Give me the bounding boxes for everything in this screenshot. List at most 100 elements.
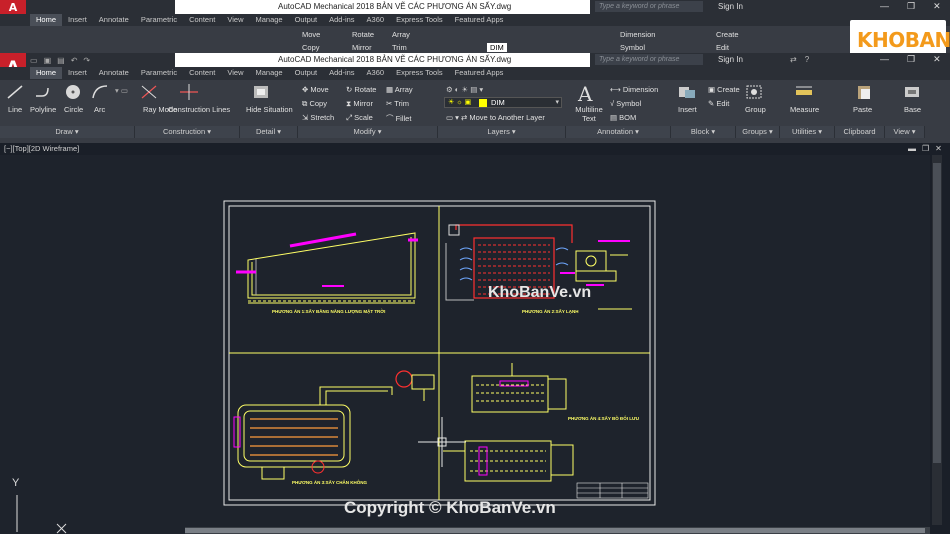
edit-button-ghost[interactable]: Edit: [716, 43, 729, 52]
array-button-ghost[interactable]: Array: [392, 30, 410, 39]
trim-button[interactable]: ✂ Trim: [386, 99, 409, 108]
tab-view-ghost[interactable]: View: [221, 14, 249, 26]
trim-button-ghost[interactable]: Trim: [392, 43, 407, 52]
bom-button[interactable]: ▤ BOM: [610, 113, 636, 122]
tab-a360-ghost[interactable]: A360: [361, 14, 391, 26]
copy-button-ghost[interactable]: Copy: [302, 43, 320, 52]
panel-clipboard[interactable]: Clipboard: [835, 126, 885, 138]
edit-button[interactable]: ✎ Edit: [708, 99, 729, 108]
group-button[interactable]: Group: [745, 105, 766, 114]
app-logo-icon[interactable]: A: [0, 0, 26, 14]
tab-view[interactable]: View: [221, 67, 249, 79]
signin-link[interactable]: Sign In: [718, 55, 743, 64]
line-button[interactable]: Line: [8, 105, 22, 114]
dimension-button-ghost[interactable]: Dimension: [620, 30, 655, 39]
dimension-button[interactable]: ⟷ Dimension: [610, 85, 658, 94]
hide-situation-button[interactable]: Hide Situation: [246, 105, 293, 114]
multiline-text-button[interactable]: Multiline Text: [573, 105, 605, 123]
vertical-scrollbar[interactable]: [932, 155, 942, 525]
tab-output[interactable]: Output: [289, 67, 324, 79]
undo-icon[interactable]: ↶: [71, 56, 78, 65]
tab-parametric[interactable]: Parametric: [135, 67, 183, 79]
layer-dropdown[interactable]: ☀ ☼ ▣ DIM ▾: [444, 97, 562, 108]
vp-minimize-icon[interactable]: ▬: [908, 144, 916, 153]
panel-draw[interactable]: Draw ▾: [0, 126, 135, 138]
move-button-ghost[interactable]: Move: [302, 30, 320, 39]
new-icon[interactable]: ▭: [30, 56, 38, 65]
panel-construction[interactable]: Construction ▾: [135, 126, 240, 138]
tab-a360[interactable]: A360: [361, 67, 391, 79]
copy-button[interactable]: ⧉ Copy: [302, 99, 327, 109]
symbol-button-ghost[interactable]: Symbol: [620, 43, 645, 52]
search-input[interactable]: Type a keyword or phrase: [595, 54, 703, 65]
create-button[interactable]: ▣ Create: [708, 85, 740, 94]
tab-express-tools[interactable]: Express Tools: [390, 67, 449, 79]
tab-addins[interactable]: Add-ins: [323, 67, 360, 79]
signin-link-ghost[interactable]: Sign In: [718, 2, 743, 11]
draw-more-icon[interactable]: ▾ ▭: [115, 86, 128, 95]
tab-featured-apps[interactable]: Featured Apps: [449, 67, 510, 79]
scale-button[interactable]: ⤢ Scale: [346, 113, 373, 123]
symbol-button[interactable]: √ Symbol: [610, 99, 641, 108]
tab-manage[interactable]: Manage: [249, 67, 288, 79]
tab-featured-ghost[interactable]: Featured Apps: [449, 14, 510, 26]
panel-block[interactable]: Block ▾: [671, 126, 736, 138]
layer-tools-icon[interactable]: ⚙ ◐ ☀ ▤ ▾: [446, 85, 483, 94]
stretch-button[interactable]: ⇲ Stretch: [302, 113, 334, 122]
mirror-button[interactable]: ⧗ Mirror: [346, 99, 373, 109]
polyline-button[interactable]: Polyline: [30, 105, 56, 114]
tab-output-ghost[interactable]: Output: [289, 14, 324, 26]
redo-icon[interactable]: ↷: [83, 56, 90, 65]
tab-home[interactable]: Home: [30, 67, 63, 79]
measure-button[interactable]: Measure: [790, 105, 819, 114]
mirror-button-ghost[interactable]: Mirror: [352, 43, 372, 52]
panel-view[interactable]: View ▾: [885, 126, 925, 138]
create-button-ghost[interactable]: Create: [716, 30, 739, 39]
tab-insert-ghost[interactable]: Insert: [62, 14, 93, 26]
base-button[interactable]: Base: [904, 105, 921, 114]
search-input-ghost[interactable]: Type a keyword or phrase: [595, 1, 703, 12]
tab-content[interactable]: Content: [183, 67, 221, 79]
circle-button[interactable]: Circle: [64, 105, 83, 114]
rotate-button-ghost[interactable]: Rotate: [352, 30, 374, 39]
panel-detail[interactable]: Detail ▾: [240, 126, 298, 138]
close-icon[interactable]: ✕: [933, 54, 941, 65]
panel-modify[interactable]: Modify ▾: [298, 126, 438, 138]
drawing-canvas[interactable]: PHƯƠNG ÁN 1:SẤY BẰNG NĂNG LƯỢNG MẶT TRỜI…: [0, 155, 930, 534]
tab-express-ghost[interactable]: Express Tools: [390, 14, 449, 26]
panel-groups[interactable]: Groups ▾: [736, 126, 780, 138]
vp-restore-icon[interactable]: ❐: [922, 144, 929, 153]
exchange-icon[interactable]: ⇄: [790, 55, 797, 64]
vp-close-icon[interactable]: ✕: [935, 144, 942, 153]
window-controls-ghost[interactable]: — ❐ ✕: [880, 1, 941, 12]
insert-button[interactable]: Insert: [678, 105, 697, 114]
move-button[interactable]: ✥ Move: [302, 85, 329, 94]
array-button[interactable]: ▦ Array: [386, 85, 413, 94]
rotate-button[interactable]: ↻ Rotate: [346, 85, 376, 94]
vertical-scroll-thumb[interactable]: [933, 163, 941, 463]
tab-parametric-ghost[interactable]: Parametric: [135, 14, 183, 26]
move-to-layer-button[interactable]: ▭ ▾ ⇄ Move to Another Layer: [446, 113, 545, 122]
horizontal-scrollbar[interactable]: [185, 527, 930, 534]
help-icon[interactable]: ?: [805, 55, 809, 64]
tab-annotate-ghost[interactable]: Annotate: [93, 14, 135, 26]
panel-layers[interactable]: Layers ▾: [438, 126, 566, 138]
tab-addins-ghost[interactable]: Add-ins: [323, 14, 360, 26]
minimize-icon[interactable]: —: [880, 54, 889, 65]
fillet-button[interactable]: ⌒ Fillet: [386, 113, 411, 124]
viewport-controls-label[interactable]: [−][Top][2D Wireframe]: [4, 144, 79, 153]
tab-insert[interactable]: Insert: [62, 67, 93, 79]
panel-utilities[interactable]: Utilities ▾: [780, 126, 835, 138]
paste-button[interactable]: Paste: [853, 105, 872, 114]
horizontal-scroll-thumb[interactable]: [185, 528, 925, 533]
tab-annotate[interactable]: Annotate: [93, 67, 135, 79]
panel-annotation[interactable]: Annotation ▾: [566, 126, 671, 138]
tab-home-ghost[interactable]: Home: [30, 14, 63, 26]
restore-icon[interactable]: ❐: [907, 54, 915, 65]
layer-dropdown-ghost[interactable]: DIM: [487, 43, 507, 52]
construction-lines-button[interactable]: Construction Lines: [168, 105, 230, 114]
open-icon[interactable]: ▣: [44, 56, 52, 65]
arc-button[interactable]: Arc: [94, 105, 105, 114]
tab-content-ghost[interactable]: Content: [183, 14, 221, 26]
tab-manage-ghost[interactable]: Manage: [249, 14, 288, 26]
